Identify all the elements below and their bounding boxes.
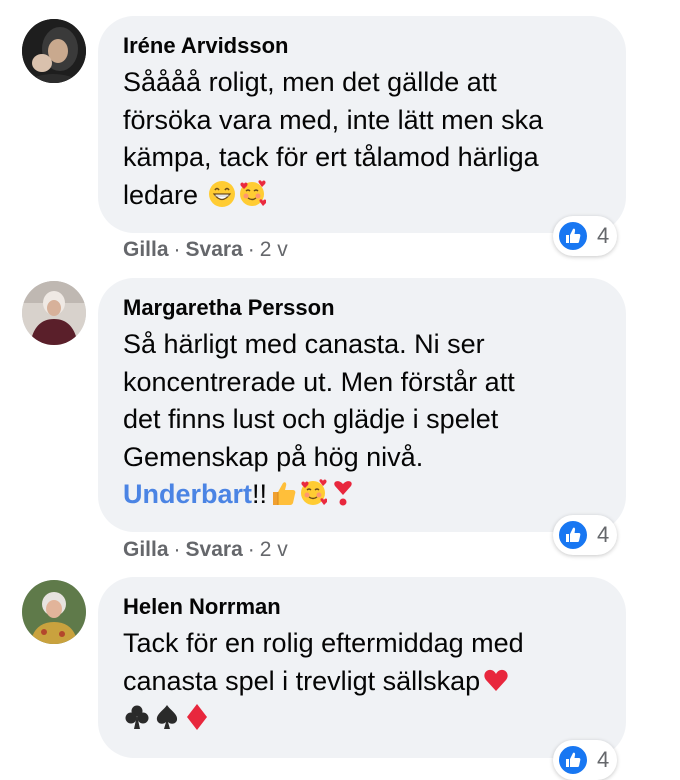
reaction-count: 4	[597, 223, 610, 248]
comment-line: koncentrerade ut. Men förstår att	[123, 366, 515, 397]
comment-line-emojis	[123, 700, 602, 738]
comment-line-text: !!	[252, 479, 268, 509]
reaction-summary[interactable]: 4	[553, 216, 618, 256]
comment-line: Gemenskap på hög nivå.	[123, 441, 424, 472]
thumbs-up-emoji	[272, 481, 296, 506]
red-heart-emoji	[484, 669, 508, 691]
separator: ·	[247, 538, 255, 561]
avatar[interactable]	[22, 281, 86, 345]
comment-line: kämpa, tack för ert tålamod härliga	[123, 142, 539, 172]
comment-line: det finns lust och glädje i spelet	[123, 404, 499, 434]
reaction-summary[interactable]: 4	[553, 515, 618, 555]
reaction-summary[interactable]: 4	[553, 740, 618, 780]
reply-button[interactable]: Svara	[186, 538, 243, 561]
comment-bubble: Iréne Arvidsson Såååå roligt, men det gä…	[98, 16, 626, 233]
reaction-count: 4	[597, 522, 610, 547]
comment-line: Såååå roligt, men det gällde att	[123, 67, 497, 97]
comment-line-text: ledare	[123, 179, 206, 210]
reply-button[interactable]: Svara	[186, 238, 243, 261]
author-name[interactable]: Helen Norrman	[123, 591, 602, 623]
avatar[interactable]	[22, 19, 86, 83]
mention-link[interactable]: Underbart	[123, 479, 252, 509]
avatar-photo-icon	[22, 281, 86, 345]
like-reaction-icon	[557, 744, 589, 776]
like-reaction-icon	[557, 519, 589, 551]
like-button[interactable]: Gilla	[123, 538, 169, 561]
timestamp[interactable]: 2 v	[260, 538, 288, 561]
comment-line-last: ledare	[123, 177, 602, 215]
comment-line-last: Underbart!!	[123, 476, 602, 514]
comment-bubble: Margaretha Persson Så härligt med canast…	[98, 278, 626, 532]
spade-suit-emoji	[156, 705, 178, 729]
comment-line: försöka vara med, inte lätt men ska	[123, 104, 544, 135]
comment-text: Så härligt med canasta. Ni ser koncentre…	[123, 326, 602, 514]
smiling-face-with-hearts-emoji	[238, 179, 266, 207]
like-button[interactable]: Gilla	[123, 238, 169, 261]
grinning-face-emoji	[207, 179, 236, 208]
like-reaction-icon	[557, 220, 589, 252]
author-name[interactable]: Iréne Arvidsson	[123, 30, 602, 62]
exclamation-heart-emoji	[334, 481, 352, 506]
comment-text: Såååå roligt, men det gällde att försöka…	[123, 64, 602, 214]
separator: ·	[173, 238, 181, 261]
author-name[interactable]: Margaretha Persson	[123, 292, 602, 324]
comment-line: Tack för en rolig eftermiddag med	[123, 628, 524, 658]
comment-actions: Gilla · Svara · 2 v	[123, 538, 288, 562]
diamond-suit-emoji	[187, 704, 207, 730]
separator: ·	[247, 238, 255, 261]
reaction-count: 4	[597, 747, 610, 772]
comment-actions: Gilla · Svara · 2 v	[123, 238, 288, 262]
avatar[interactable]	[22, 580, 86, 644]
comment-bubble: Helen Norrman Tack för en rolig eftermid…	[98, 577, 626, 758]
avatar-photo-icon	[22, 580, 86, 644]
comment-line: canasta spel i trevligt sällskap	[123, 663, 602, 701]
comment-line: Så härligt med canasta. Ni ser	[123, 329, 485, 359]
avatar-photo-icon	[22, 19, 86, 83]
separator: ·	[173, 538, 181, 561]
comment-text: Tack för en rolig eftermiddag med canast…	[123, 625, 602, 738]
comment-line-text: canasta spel i trevligt sällskap	[123, 665, 481, 696]
smiling-face-with-hearts-emoji	[300, 479, 328, 506]
club-suit-emoji	[125, 705, 149, 729]
timestamp[interactable]: 2 v	[260, 238, 288, 261]
